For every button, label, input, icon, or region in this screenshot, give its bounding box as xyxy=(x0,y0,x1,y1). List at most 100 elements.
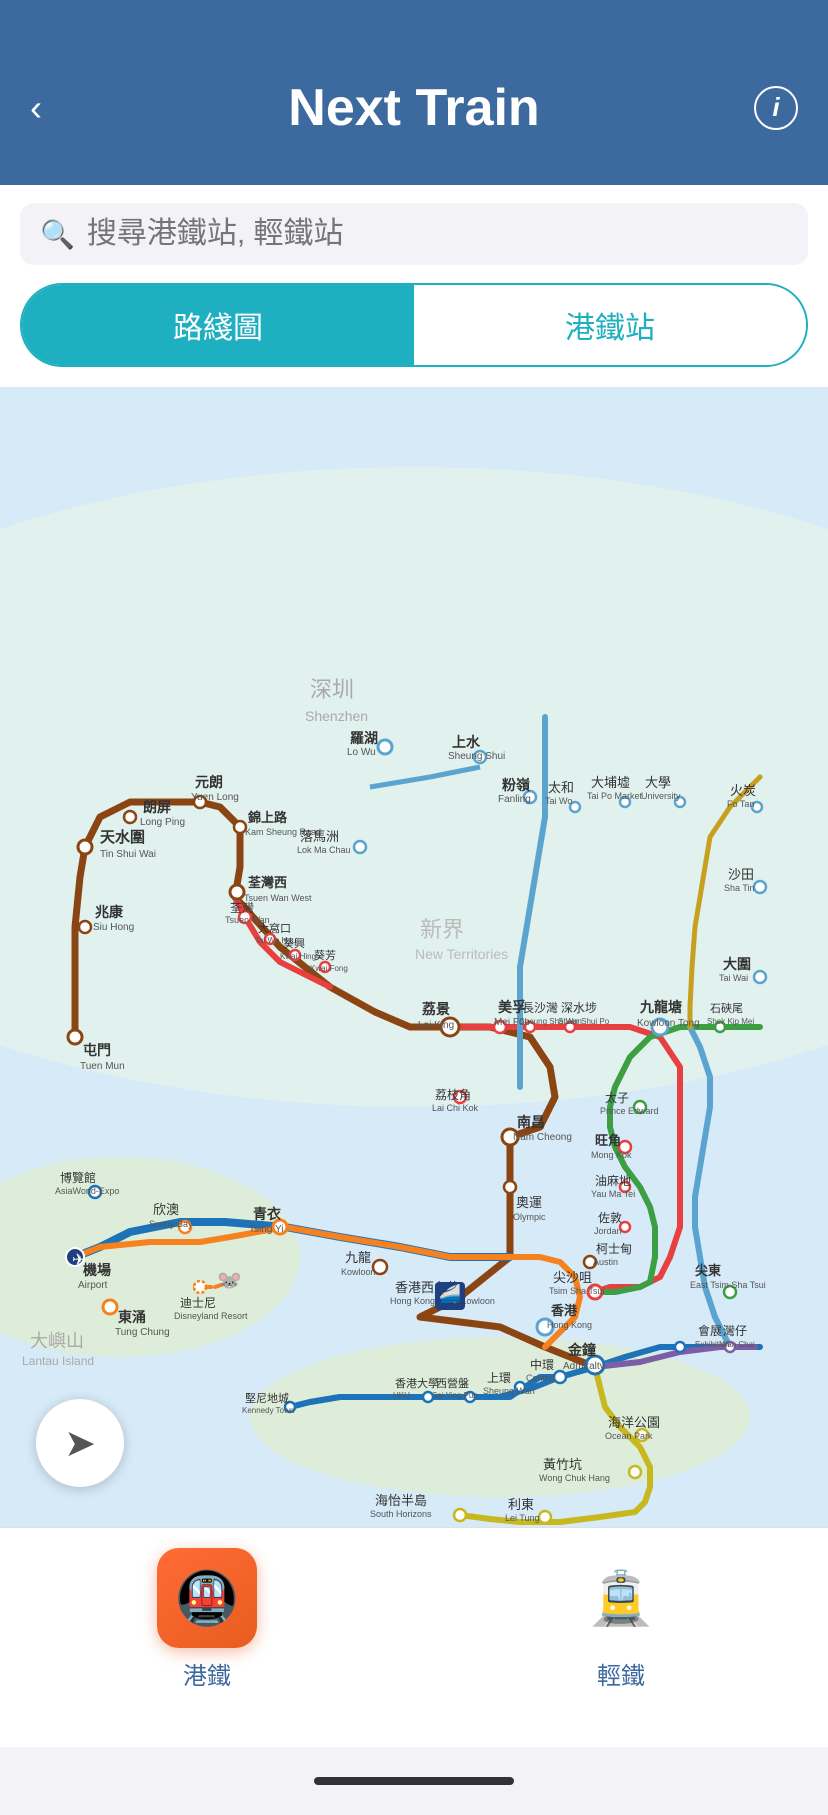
svg-text:Prince Edward: Prince Edward xyxy=(600,1106,659,1116)
svg-text:Siu Hong: Siu Hong xyxy=(93,922,134,933)
search-input[interactable] xyxy=(87,217,788,251)
svg-text:青衣: 青衣 xyxy=(253,1206,282,1222)
svg-text:粉嶺: 粉嶺 xyxy=(502,777,531,793)
svg-text:大嶼山: 大嶼山 xyxy=(30,1331,84,1351)
svg-text:黃竹坑: 黃竹坑 xyxy=(543,1457,582,1472)
svg-text:欣澳: 欣澳 xyxy=(153,1202,179,1217)
svg-text:荔景: 荔景 xyxy=(421,1001,450,1017)
svg-text:Sunny Bay: Sunny Bay xyxy=(149,1219,193,1229)
svg-text:南昌: 南昌 xyxy=(517,1114,545,1130)
svg-text:Fanling: Fanling xyxy=(498,794,531,805)
svg-text:大窩口: 大窩口 xyxy=(258,921,291,935)
svg-text:Austin: Austin xyxy=(593,1257,618,1267)
svg-text:葵芳: 葵芳 xyxy=(314,948,336,962)
svg-text:大圍: 大圍 xyxy=(723,956,751,972)
svg-text:Kowloon Tong: Kowloon Tong xyxy=(637,1018,700,1029)
header: ‹ Next Train i xyxy=(0,0,828,185)
lrt-train-icon: 🚊 xyxy=(589,1568,654,1629)
tab-stations[interactable]: 港鐵站 xyxy=(414,285,806,365)
svg-text:Yau Ma Tei: Yau Ma Tei xyxy=(591,1189,635,1199)
svg-text:堅尼地城: 堅尼地城 xyxy=(245,1392,289,1405)
svg-text:上水: 上水 xyxy=(452,734,481,750)
page-title: Next Train xyxy=(80,78,748,138)
svg-text:Tin Shui Wai: Tin Shui Wai xyxy=(100,849,156,860)
svg-text:✈: ✈ xyxy=(72,1252,85,1269)
svg-text:火炭: 火炭 xyxy=(730,783,756,798)
svg-text:AsiaWorld-Expo: AsiaWorld-Expo xyxy=(55,1186,119,1196)
home-bar xyxy=(314,1777,514,1785)
svg-text:Tsim Sha Tsui: Tsim Sha Tsui xyxy=(549,1286,604,1296)
mtr-train-icon: 🚇 xyxy=(175,1568,240,1629)
svg-text:Nam Cheong: Nam Cheong xyxy=(513,1132,572,1143)
svg-text:Disneyland Resort: Disneyland Resort xyxy=(174,1311,248,1321)
info-button[interactable]: i xyxy=(754,86,798,130)
svg-text:香港: 香港 xyxy=(550,1303,578,1318)
svg-text:Tai Wai: Tai Wai xyxy=(719,973,748,983)
svg-text:油麻地: 油麻地 xyxy=(595,1173,631,1188)
svg-text:🚄: 🚄 xyxy=(439,1283,461,1304)
back-button[interactable]: ‹ xyxy=(30,87,80,129)
svg-text:Tsuen Wan West: Tsuen Wan West xyxy=(244,893,312,903)
svg-text:東涌: 東涌 xyxy=(118,1309,146,1325)
svg-text:迪士尼: 迪士尼 xyxy=(180,1296,216,1310)
svg-text:Sheung Shui: Sheung Shui xyxy=(448,751,505,762)
tab-bar: 路綫圖 港鐵站 xyxy=(0,283,828,387)
svg-text:灣仔: 灣仔 xyxy=(723,1324,747,1338)
svg-text:Sai Ying Pun: Sai Ying Pun xyxy=(432,1391,478,1400)
svg-text:Sha Tin: Sha Tin xyxy=(724,883,755,893)
home-indicator xyxy=(0,1747,828,1815)
svg-text:羅湖: 羅湖 xyxy=(350,730,378,746)
svg-text:石硤尾: 石硤尾 xyxy=(710,1002,743,1015)
map-container[interactable]: 深圳 Shenzhen 新界 New Territories 大嶼山 Lanta… xyxy=(0,387,828,1527)
svg-text:兆康: 兆康 xyxy=(95,904,124,920)
svg-text:大埔墟: 大埔墟 xyxy=(591,775,630,790)
svg-text:金鐘: 金鐘 xyxy=(567,1342,596,1358)
svg-text:深水埗: 深水埗 xyxy=(561,1001,597,1015)
svg-text:Kennedy Town: Kennedy Town xyxy=(242,1406,294,1415)
svg-text:Hong Kong: Hong Kong xyxy=(547,1320,592,1330)
info-button-wrap: i xyxy=(748,86,798,130)
svg-text:Lo Wu: Lo Wu xyxy=(347,747,376,758)
svg-text:葵興: 葵興 xyxy=(283,937,305,950)
svg-text:佐敦: 佐敦 xyxy=(598,1210,622,1225)
svg-text:Jordan: Jordan xyxy=(594,1226,622,1236)
search-bar: 🔍 xyxy=(20,203,808,265)
svg-text:New Territories: New Territories xyxy=(415,946,508,962)
svg-text:Shek Kip Mei: Shek Kip Mei xyxy=(707,1017,754,1026)
svg-text:HKU: HKU xyxy=(393,1391,410,1400)
location-button[interactable]: ➤ xyxy=(36,1399,124,1487)
nav-item-lrt[interactable]: 🚊 輕鐵 xyxy=(414,1538,828,1701)
svg-text:Tung Chung: Tung Chung xyxy=(115,1327,170,1338)
svg-text:海洋公園: 海洋公園 xyxy=(608,1415,660,1430)
mtr-icon-bg: 🚇 xyxy=(157,1548,257,1648)
svg-text:荃灣: 荃灣 xyxy=(230,901,254,915)
svg-text:Central: Central xyxy=(526,1373,555,1383)
nav-item-mtr[interactable]: 🚇 港鐵 xyxy=(0,1538,414,1701)
compass-icon: ➤ xyxy=(64,1421,96,1466)
svg-text:柯士甸: 柯士甸 xyxy=(596,1242,632,1256)
svg-text:元朗: 元朗 xyxy=(195,774,223,790)
svg-text:Admiralty: Admiralty xyxy=(563,1361,605,1372)
lrt-icon-bg: 🚊 xyxy=(571,1548,671,1648)
svg-text:奧運: 奧運 xyxy=(516,1195,542,1210)
svg-text:九龍塘: 九龍塘 xyxy=(639,999,682,1015)
tab-map[interactable]: 路綫圖 xyxy=(22,285,414,365)
svg-text:Wan Chai: Wan Chai xyxy=(720,1340,755,1349)
svg-text:香港大學: 香港大學 xyxy=(395,1376,439,1390)
svg-text:Tai Po Market: Tai Po Market xyxy=(587,791,643,801)
svg-text:錦上路: 錦上路 xyxy=(248,810,288,825)
svg-text:博覽館: 博覽館 xyxy=(60,1170,96,1185)
svg-text:Wong Chuk Hang: Wong Chuk Hang xyxy=(539,1473,610,1483)
svg-text:會展: 會展 xyxy=(698,1324,722,1338)
svg-text:Lantau Island: Lantau Island xyxy=(22,1354,94,1368)
svg-text:荃灣西: 荃灣西 xyxy=(248,875,287,890)
svg-text:Sham Shui Po: Sham Shui Po xyxy=(558,1017,610,1026)
svg-text:朗屏: 朗屏 xyxy=(143,799,171,815)
svg-text:Fo Tan: Fo Tan xyxy=(727,799,754,809)
svg-text:Yuen Long: Yuen Long xyxy=(191,792,239,803)
svg-text:尖沙咀: 尖沙咀 xyxy=(553,1270,592,1285)
svg-text:荔枝角: 荔枝角 xyxy=(435,1087,471,1102)
bottom-nav: 🚇 港鐵 🚊 輕鐵 xyxy=(0,1527,828,1747)
svg-text:尖東: 尖東 xyxy=(695,1263,721,1278)
svg-text:Mong Kok: Mong Kok xyxy=(591,1150,632,1160)
